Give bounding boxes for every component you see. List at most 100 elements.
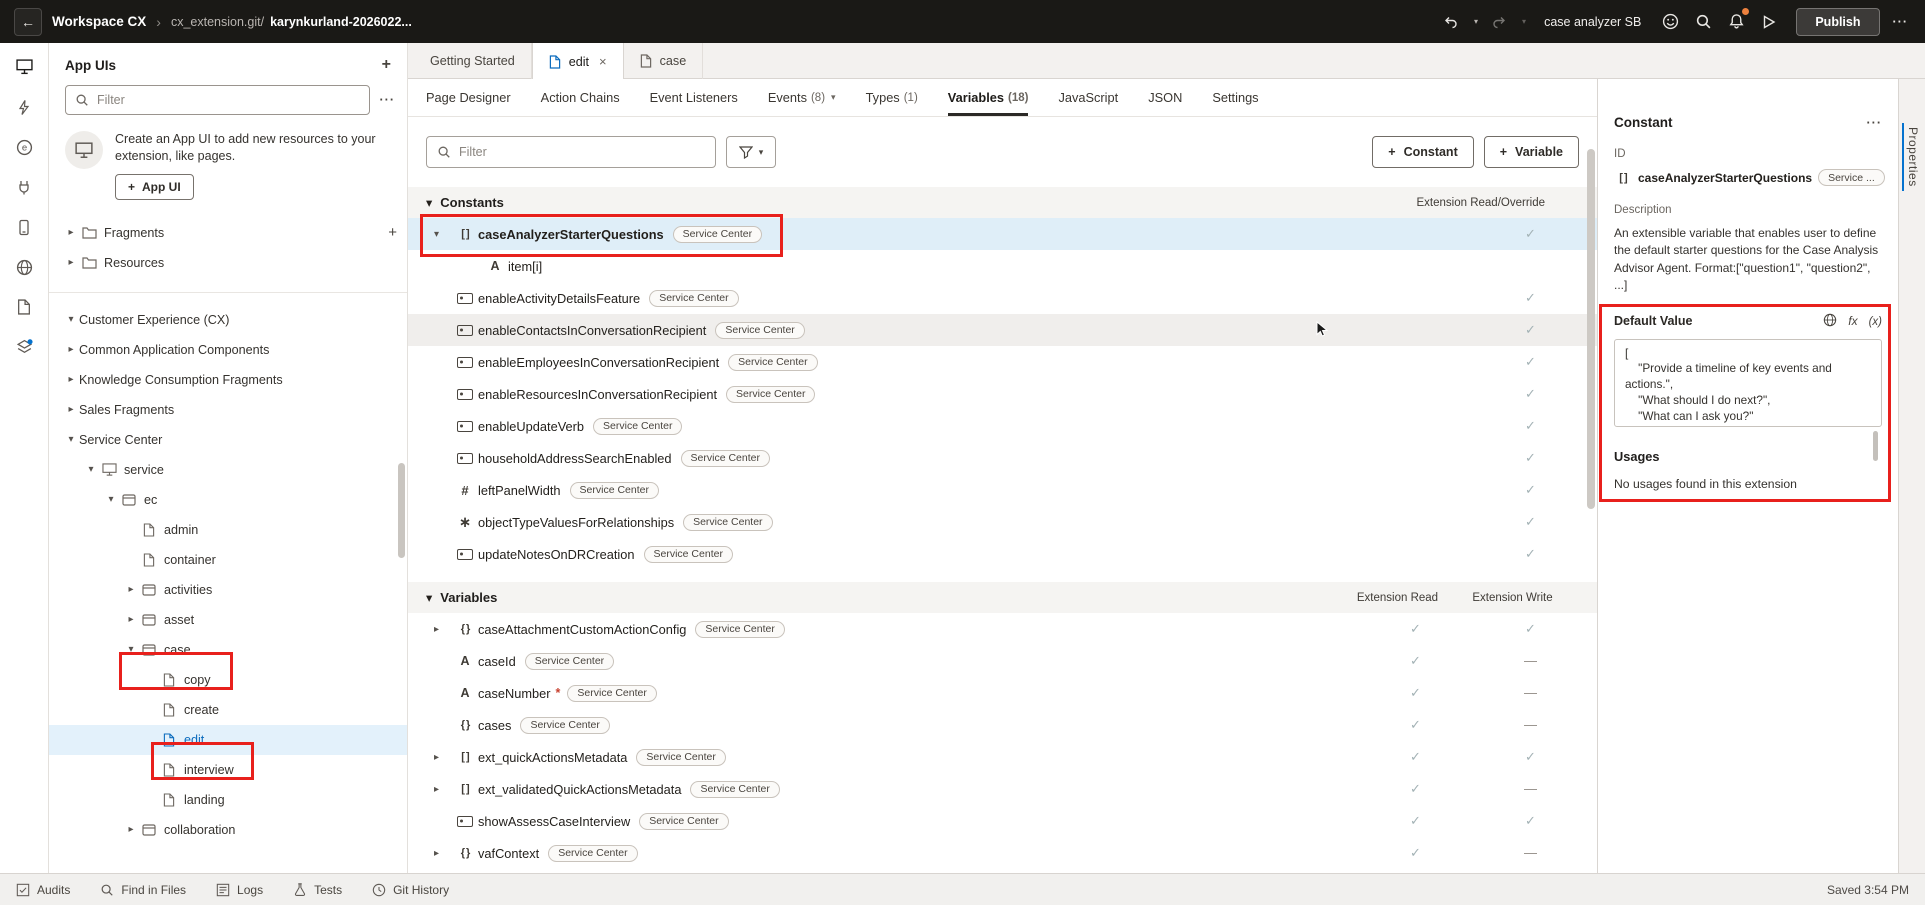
chevron-right-icon[interactable] xyxy=(434,784,452,795)
chevron-down-icon[interactable] xyxy=(434,229,452,240)
redo-button[interactable] xyxy=(1488,9,1510,35)
tests-button[interactable]: Tests xyxy=(293,882,342,897)
translations-icon[interactable] xyxy=(14,257,34,277)
panel-menu-icon[interactable] xyxy=(380,93,396,107)
tree-item-case[interactable]: case xyxy=(49,635,407,665)
constant-row-enableupdateverb[interactable]: enableUpdateVerb Service Center ✓ xyxy=(408,410,1597,442)
add-constant-button[interactable]: Constant xyxy=(1372,136,1473,168)
overflow-menu-icon[interactable] xyxy=(1890,9,1912,35)
chevron-right-icon[interactable] xyxy=(434,848,452,859)
action-chains-icon[interactable] xyxy=(14,97,34,117)
fx-icon[interactable] xyxy=(1848,314,1857,328)
tree-item-ec[interactable]: ec xyxy=(49,485,407,515)
constant-row-enableactivitydetailsfeature[interactable]: enableActivityDetailsFeature Service Cen… xyxy=(408,282,1597,314)
create-app-ui-button[interactable]: App UI xyxy=(115,174,194,200)
tree-item-service-center[interactable]: Service Center xyxy=(49,425,407,455)
chevron-right-icon[interactable] xyxy=(123,614,139,625)
dependencies-icon[interactable] xyxy=(14,337,34,357)
variable-row-showassesscaseinterview[interactable]: showAssessCaseInterview Service Center ✓… xyxy=(408,805,1597,837)
variable-row-casenumber[interactable]: caseNumber * Service Center ✓ — xyxy=(408,677,1597,709)
chevron-down-icon[interactable] xyxy=(63,314,79,325)
source-files-icon[interactable] xyxy=(14,297,34,317)
filter-funnel-button[interactable]: ▾ xyxy=(726,136,776,168)
chevron-right-icon[interactable] xyxy=(63,374,79,385)
tab-edit[interactable]: edit xyxy=(532,43,624,80)
tree-item-resources[interactable]: Resources xyxy=(49,248,407,278)
variables-section-header[interactable]: Variables Extension Read Extension Write xyxy=(408,582,1597,613)
subtab-variables[interactable]: Variables(18) xyxy=(948,79,1029,116)
variable-row-cases[interactable]: cases Service Center ✓ — xyxy=(408,709,1597,741)
chevron-right-icon[interactable] xyxy=(63,404,79,415)
constant-row-leftpanelwidth[interactable]: leftPanelWidth Service Center ✓ xyxy=(408,474,1597,506)
tree-item-common-application-components[interactable]: Common Application Components xyxy=(49,335,407,365)
list-scrollbar[interactable] xyxy=(1587,149,1595,509)
feedback-icon[interactable] xyxy=(1659,9,1682,35)
variable-row-ext-validatedquickactionsmetadata[interactable]: ext_validatedQuickActionsMetadata Servic… xyxy=(408,773,1597,805)
chevron-right-icon[interactable] xyxy=(123,824,139,835)
tree-item-activities[interactable]: activities xyxy=(49,575,407,605)
constant-row-enablecontactsinconversationrecipient[interactable]: enableContactsInConversationRecipient Se… xyxy=(408,314,1597,346)
default-value-editor[interactable]: [ "Provide a timeline of key events and … xyxy=(1614,339,1882,427)
tree-item-interview[interactable]: interview xyxy=(49,755,407,785)
chevron-down-icon[interactable] xyxy=(123,644,139,655)
tree-item-sales-fragments[interactable]: Sales Fragments xyxy=(49,395,407,425)
chevron-down-icon[interactable] xyxy=(426,195,432,210)
tree-item-create[interactable]: create xyxy=(49,695,407,725)
constant-child-row-item[interactable]: item[i] xyxy=(408,250,1597,282)
tree-item-service[interactable]: service xyxy=(49,455,407,485)
constant-row-updatenotesondrcreation[interactable]: updateNotesOnDRCreation Service Center ✓ xyxy=(408,538,1597,570)
tree-item-copy[interactable]: copy xyxy=(49,665,407,695)
constant-row-householdaddresssearchenabled[interactable]: householdAddressSearchEnabled Service Ce… xyxy=(408,442,1597,474)
constant-row-objecttypevaluesforrelationships[interactable]: objectTypeValuesForRelationships Service… xyxy=(408,506,1597,538)
find-in-files-button[interactable]: Find in Files xyxy=(100,883,186,897)
variable-row-ext-quickactionsmetadata[interactable]: ext_quickActionsMetadata Service Center … xyxy=(408,741,1597,773)
subtab-javascript[interactable]: JavaScript xyxy=(1058,79,1118,116)
constant-row-enableemployeesinconversationrecipient[interactable]: enableEmployeesInConversationRecipient S… xyxy=(408,346,1597,378)
tree-item-customer-experience[interactable]: Customer Experience (CX) xyxy=(49,305,407,335)
tab-case[interactable]: case xyxy=(624,43,704,79)
undo-menu-caret[interactable]: ▾ xyxy=(1474,17,1478,26)
tree-item-collaboration[interactable]: collaboration xyxy=(49,815,407,845)
notifications-bell-icon[interactable] xyxy=(1725,9,1748,35)
chevron-right-icon[interactable] xyxy=(434,752,452,763)
subtab-action-chains[interactable]: Action Chains xyxy=(541,79,620,116)
tree-item-knowledge-consumption-fragments[interactable]: Knowledge Consumption Fragments xyxy=(49,365,407,395)
logs-button[interactable]: Logs xyxy=(216,883,263,897)
close-tab-icon[interactable] xyxy=(599,54,607,69)
back-button[interactable]: ← xyxy=(14,8,42,36)
tab-getting-started[interactable]: Getting Started xyxy=(414,43,532,79)
preview-play-icon[interactable] xyxy=(1758,9,1780,35)
chevron-down-icon[interactable] xyxy=(103,494,119,505)
variable-row-caseid[interactable]: caseId Service Center ✓ — xyxy=(408,645,1597,677)
variable-row-vafcontext[interactable]: vafContext Service Center ✓ — xyxy=(408,837,1597,869)
search-icon[interactable] xyxy=(1692,9,1715,35)
subtab-json[interactable]: JSON xyxy=(1148,79,1182,116)
subtab-types[interactable]: Types(1) xyxy=(866,79,918,116)
chevron-right-icon[interactable] xyxy=(63,227,79,238)
properties-tab[interactable]: Properties xyxy=(1902,123,1922,191)
properties-menu-icon[interactable] xyxy=(1867,116,1883,130)
add-fragment-icon[interactable] xyxy=(388,224,397,241)
tree-item-container[interactable]: container xyxy=(49,545,407,575)
chevron-right-icon[interactable] xyxy=(63,344,79,355)
tree-item-admin[interactable]: admin xyxy=(49,515,407,545)
publish-button[interactable]: Publish xyxy=(1796,8,1879,36)
expression-icon[interactable] xyxy=(1869,314,1882,328)
constant-row-caseanalyzerstarterquestions[interactable]: caseAnalyzerStarterQuestions Service Cen… xyxy=(408,218,1597,250)
components-icon[interactable]: e xyxy=(14,137,34,157)
chevron-down-icon[interactable] xyxy=(63,434,79,445)
undo-button[interactable] xyxy=(1440,9,1462,35)
tree-item-landing[interactable]: landing xyxy=(49,785,407,815)
add-variable-button[interactable]: Variable xyxy=(1484,136,1579,168)
subtab-event-listeners[interactable]: Event Listeners xyxy=(650,79,738,116)
chevron-right-icon[interactable] xyxy=(63,257,79,268)
constant-row-enableresourcesinconversationrecipient[interactable]: enableResourcesInConversationRecipient S… xyxy=(408,378,1597,410)
default-value-scrollbar[interactable] xyxy=(1873,431,1878,461)
chevron-right-icon[interactable] xyxy=(434,624,452,635)
subtab-events[interactable]: Events(8)▾ xyxy=(768,79,836,116)
tree-item-fragments[interactable]: Fragments xyxy=(49,218,407,248)
globe-icon[interactable] xyxy=(1823,313,1837,330)
subtab-settings[interactable]: Settings xyxy=(1212,79,1258,116)
redo-menu-caret[interactable]: ▾ xyxy=(1522,17,1526,26)
tree-item-asset[interactable]: asset xyxy=(49,605,407,635)
